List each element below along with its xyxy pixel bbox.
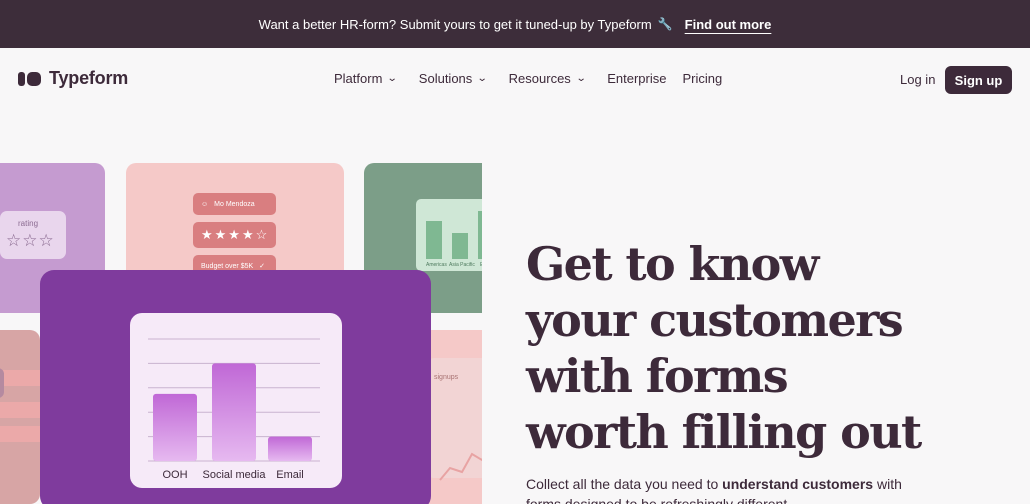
logo-mark-icon (18, 71, 41, 86)
stripe (0, 370, 40, 386)
headline-line: Get to know (526, 237, 819, 291)
subtext-bold: understand customers (722, 476, 874, 492)
signup-button[interactable]: Sign up (945, 66, 1012, 94)
bar-social-media (212, 363, 256, 461)
nav-item-resources[interactable]: Resources ⌄ (508, 71, 587, 86)
nav-item-label: Pricing (682, 71, 723, 86)
headline-line: worth filling out (526, 405, 922, 459)
name-pill: ☺ Mo Mendoza (193, 193, 276, 215)
mini-bar-chart: Americas Asia Pacific E (416, 199, 482, 271)
bar-label: Email (276, 469, 304, 481)
typeform-logo[interactable]: Typeform (18, 68, 128, 89)
bar-ooh (153, 393, 197, 461)
integration-card: ☍ (0, 330, 40, 504)
main-menu: Platform ⌄ Solutions ⌄ Resources ⌄ Enter… (334, 71, 738, 86)
login-link[interactable]: Log in (900, 72, 935, 87)
hero-collage: rating ☆☆☆ ☺ Mo Mendoza ★★★★☆ Budget ove… (0, 110, 482, 504)
headline-line: with forms (526, 349, 789, 403)
subtext-pre: Collect all the data you need to (526, 476, 723, 492)
hero-subtext: Collect all the data you need to underst… (526, 474, 926, 504)
nav-item-label: Resources (508, 71, 571, 86)
nav-item-enterprise[interactable]: Enterprise (607, 71, 666, 86)
pill-name: Mo Mendoza (214, 200, 255, 208)
nav-item-label: Platform (334, 71, 383, 86)
pill-budget: Budget over $5K (201, 262, 254, 270)
bar-label: Social media (203, 469, 267, 481)
nav-item-platform[interactable]: Platform ⌄ (334, 71, 399, 86)
logo-text: Typeform (49, 68, 129, 88)
rating-label: rating (18, 219, 39, 228)
nav-item-label: Solutions (418, 71, 473, 86)
nav-item-label: Enterprise (607, 71, 667, 86)
mini-bar (478, 211, 482, 259)
check-icon: ✓ (259, 263, 266, 270)
stripe (0, 402, 40, 418)
rating-stars: ☆☆☆ (6, 231, 55, 250)
chevron-down-icon: ⌄ (477, 73, 488, 84)
mini-label: E (480, 262, 482, 268)
mini-bar (426, 221, 442, 259)
top-navigation: Typeform Platform ⌄ Solutions ⌄ Resource… (0, 48, 1030, 110)
nav-item-pricing[interactable]: Pricing (682, 71, 722, 86)
headline-line: your customers (526, 293, 904, 347)
bar-email (268, 436, 312, 461)
bar-chart-panel: OOH Social media Email (130, 313, 342, 488)
rating-box: rating ☆☆☆ (0, 211, 66, 259)
user-icon: ☺ (201, 200, 209, 208)
stars-pill: ★★★★☆ (193, 222, 276, 248)
banner-message: Want a better HR-form? Submit yours to g… (258, 16, 652, 32)
bar-label: OOH (162, 469, 187, 481)
mini-label: Americas (426, 262, 447, 268)
stripe (0, 426, 40, 442)
find-out-more-link[interactable]: Find out more (685, 17, 772, 32)
mini-label: Asia Pacific (449, 262, 475, 268)
bar-chart: OOH Social media Email (148, 338, 320, 481)
wrench-icon: 🔧 (657, 17, 673, 31)
channel-chart-card: OOH Social media Email (40, 270, 431, 504)
mini-bar (452, 233, 468, 259)
chevron-down-icon: ⌄ (575, 73, 587, 84)
announcement-banner: Want a better HR-form? Submit yours to g… (0, 0, 1030, 48)
nav-item-solutions[interactable]: Solutions ⌄ (418, 71, 488, 86)
link-icon: ☍ (0, 368, 4, 398)
chevron-down-icon: ⌄ (387, 73, 399, 84)
hero-headline: Get to know your customers with forms wo… (526, 236, 1006, 460)
